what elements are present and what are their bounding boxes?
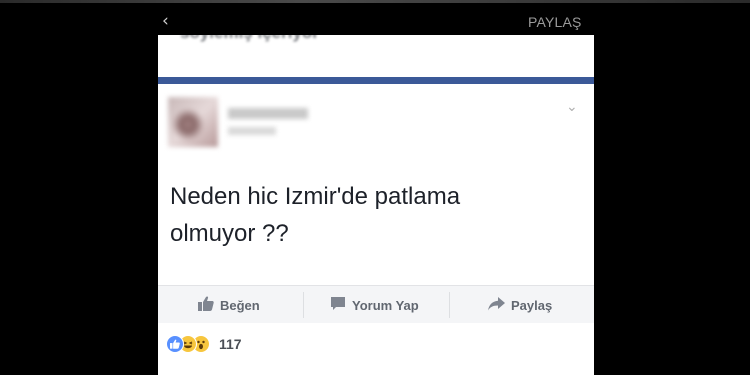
avatar[interactable]	[168, 97, 218, 147]
top-edge	[0, 0, 750, 3]
share-label: Paylaş	[511, 297, 553, 313]
share-top-button[interactable]: PAYLAŞ	[528, 14, 582, 30]
comment-button[interactable]: Yorum Yap	[330, 286, 419, 324]
back-button[interactable]: ‹	[162, 10, 178, 32]
reactions-summary[interactable]: 117	[166, 333, 242, 355]
like-label: Beğen	[220, 297, 260, 313]
post-card: söylemiş içeriyor ⌄ Neden hic Izmir'de p…	[158, 35, 594, 375]
like-reaction-icon	[166, 335, 184, 353]
timestamp-redacted	[228, 127, 276, 135]
action-divider	[303, 292, 304, 318]
action-bar: Beğen Yorum Yap Paylaş	[158, 285, 594, 323]
post-text: Neden hic Izmir'de patlama olmuyor ??	[170, 178, 580, 252]
chevron-down-icon[interactable]: ⌄	[566, 99, 578, 115]
screenshot-stage: ‹ PAYLAŞ söylemiş içeriyor ⌄ Neden hic I…	[0, 0, 750, 375]
previous-post-header: söylemiş içeriyor	[158, 35, 594, 77]
like-button[interactable]: Beğen	[198, 286, 260, 324]
comment-icon	[330, 296, 346, 314]
previous-post-text: söylemiş içeriyor	[180, 35, 319, 43]
action-divider	[449, 292, 450, 318]
comment-label: Yorum Yap	[352, 297, 419, 313]
post-text-line-2: olmuyor ??	[170, 220, 289, 247]
reaction-count: 117	[219, 336, 242, 352]
separator-bar	[158, 77, 594, 84]
thumbs-up-icon	[198, 296, 214, 314]
author-name-redacted[interactable]	[228, 108, 308, 119]
share-button[interactable]: Paylaş	[488, 286, 552, 324]
share-arrow-icon	[488, 296, 505, 314]
post-text-line-1: Neden hic Izmir'de patlama	[170, 183, 461, 210]
